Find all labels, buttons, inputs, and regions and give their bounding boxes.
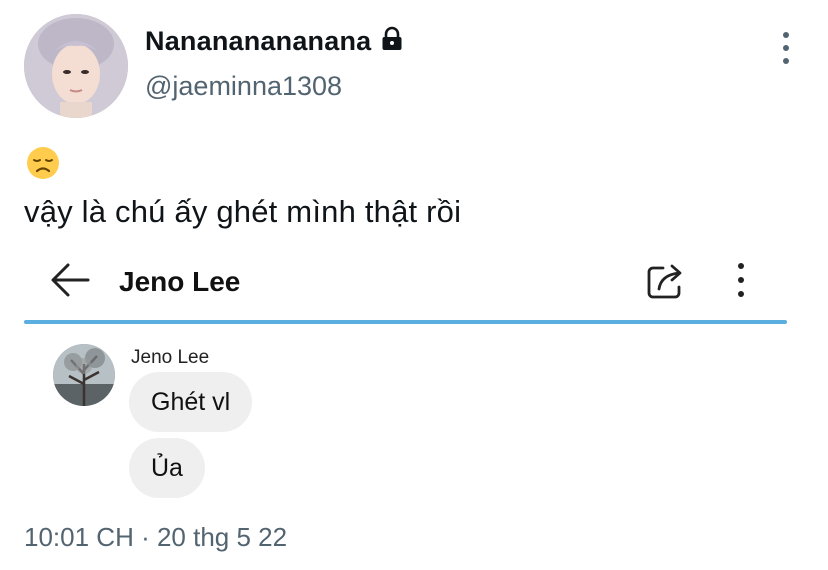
back-arrow-icon (51, 263, 90, 297)
share-icon (647, 264, 682, 299)
disappointed-face-icon (27, 147, 59, 179)
tweet-timestamp[interactable]: 10:01 CH · 20 thg 5 22 (24, 522, 287, 553)
screenshot-divider (24, 320, 787, 324)
screenshot-more-icon (734, 263, 748, 297)
tweet-text: vậy là chú ấy ghét mình thật rồi (24, 194, 462, 229)
more-options-icon[interactable] (776, 32, 796, 64)
screenshot-chat-title: Jeno Lee (119, 266, 241, 297)
display-name[interactable]: Nanananananana (145, 26, 405, 57)
message-sender-name: Jeno Lee (131, 347, 210, 368)
user-handle[interactable]: @jaeminna1308 (145, 71, 342, 102)
profile-avatar[interactable] (24, 14, 128, 118)
message-bubble: Ghét vl (129, 372, 253, 432)
lock-icon (379, 26, 405, 52)
chat-avatar (53, 344, 115, 406)
display-name-text[interactable]: Nanananananana (145, 26, 371, 57)
message-bubble: Ủa (129, 438, 205, 498)
